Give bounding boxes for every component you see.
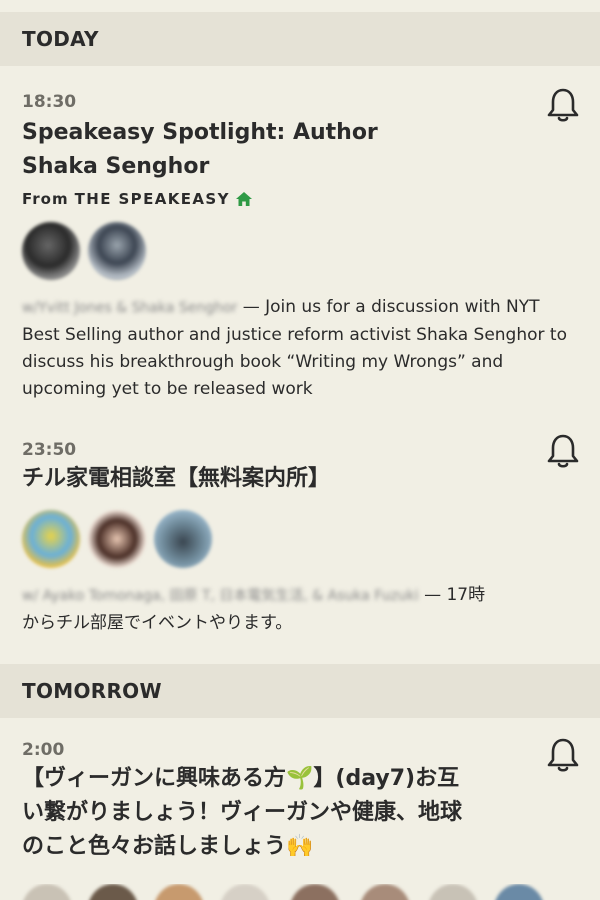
event-time: 23:50 bbox=[22, 440, 77, 460]
bell-icon[interactable] bbox=[546, 86, 580, 124]
section-header-tomorrow: TOMORROW bbox=[0, 664, 600, 718]
club-name: THE SPEAKEASY bbox=[74, 190, 230, 208]
avatar[interactable] bbox=[88, 222, 146, 280]
status-bar bbox=[0, 0, 600, 12]
avatar[interactable] bbox=[494, 884, 544, 900]
section-label: TOMORROW bbox=[22, 679, 162, 703]
avatar[interactable] bbox=[154, 884, 204, 900]
description-text: からチル部屋でイベントやります。 bbox=[22, 613, 293, 633]
event-card[interactable]: 23:50 チル家電相談室【無料案内所】 w/ Ayako Tomonaga, … bbox=[0, 434, 600, 664]
section-label: TODAY bbox=[22, 27, 99, 51]
event-title-line: い繋がりましょう！ヴィーガンや健康、地球 bbox=[22, 800, 463, 825]
event-time: 18:30 bbox=[22, 92, 77, 112]
event-card[interactable]: 18:30 Speakeasy Spotlight: Author Shaka … bbox=[0, 66, 600, 440]
avatar[interactable] bbox=[360, 884, 410, 900]
event-title-line: 【ヴィーガンに興味ある方🌱】(day7)お互 bbox=[22, 766, 460, 791]
avatar[interactable] bbox=[428, 884, 478, 900]
event-title-line: Shaka Senghor bbox=[22, 154, 210, 179]
avatar[interactable] bbox=[88, 510, 146, 568]
host-avatars bbox=[0, 884, 600, 900]
event-time: 2:00 bbox=[22, 740, 65, 760]
bell-icon[interactable] bbox=[546, 736, 580, 774]
avatar[interactable] bbox=[22, 510, 80, 568]
event-title: チル家電相談室【無料案内所】 bbox=[22, 462, 578, 496]
event-title-line: のこと色々お話しましょう🙌 bbox=[22, 834, 314, 859]
host-avatars bbox=[22, 222, 578, 280]
event-title-line: Speakeasy Spotlight: Author bbox=[22, 120, 378, 145]
description-text: — 17時 bbox=[418, 585, 486, 605]
avatar[interactable] bbox=[22, 884, 72, 900]
event-title: 【ヴィーガンに興味ある方🌱】(day7)お互 い繋がりましょう！ヴィーガンや健康… bbox=[22, 762, 578, 864]
host-names[interactable]: w/Yvitt Jones & Shaka Senghor bbox=[22, 300, 237, 316]
event-card[interactable]: 2:00 【ヴィーガンに興味ある方🌱】(day7)お互 い繋がりましょう！ヴィー… bbox=[0, 718, 600, 864]
section-header-today: TODAY bbox=[0, 12, 600, 66]
from-label: From bbox=[22, 190, 69, 208]
event-description: w/ Ayako Tomonaga, 田原 T, 日本電気生活, & Asuka… bbox=[22, 582, 578, 637]
event-title: Speakeasy Spotlight: Author Shaka Sengho… bbox=[22, 116, 578, 184]
host-names[interactable]: w/ Ayako Tomonaga, 田原 T, 日本電気生活, & Asuka… bbox=[22, 588, 419, 604]
avatar[interactable] bbox=[290, 884, 340, 900]
avatar[interactable] bbox=[220, 884, 270, 900]
event-description: w/Yvitt Jones & Shaka Senghor — Join us … bbox=[22, 294, 578, 403]
host-avatars bbox=[22, 510, 578, 568]
club-from[interactable]: From THE SPEAKEASY bbox=[22, 190, 578, 208]
bell-icon[interactable] bbox=[546, 432, 580, 470]
event-title-line: チル家電相談室【無料案内所】 bbox=[22, 466, 331, 491]
avatar[interactable] bbox=[88, 884, 138, 900]
avatar[interactable] bbox=[22, 222, 80, 280]
house-icon bbox=[235, 192, 252, 206]
avatar[interactable] bbox=[154, 510, 212, 568]
